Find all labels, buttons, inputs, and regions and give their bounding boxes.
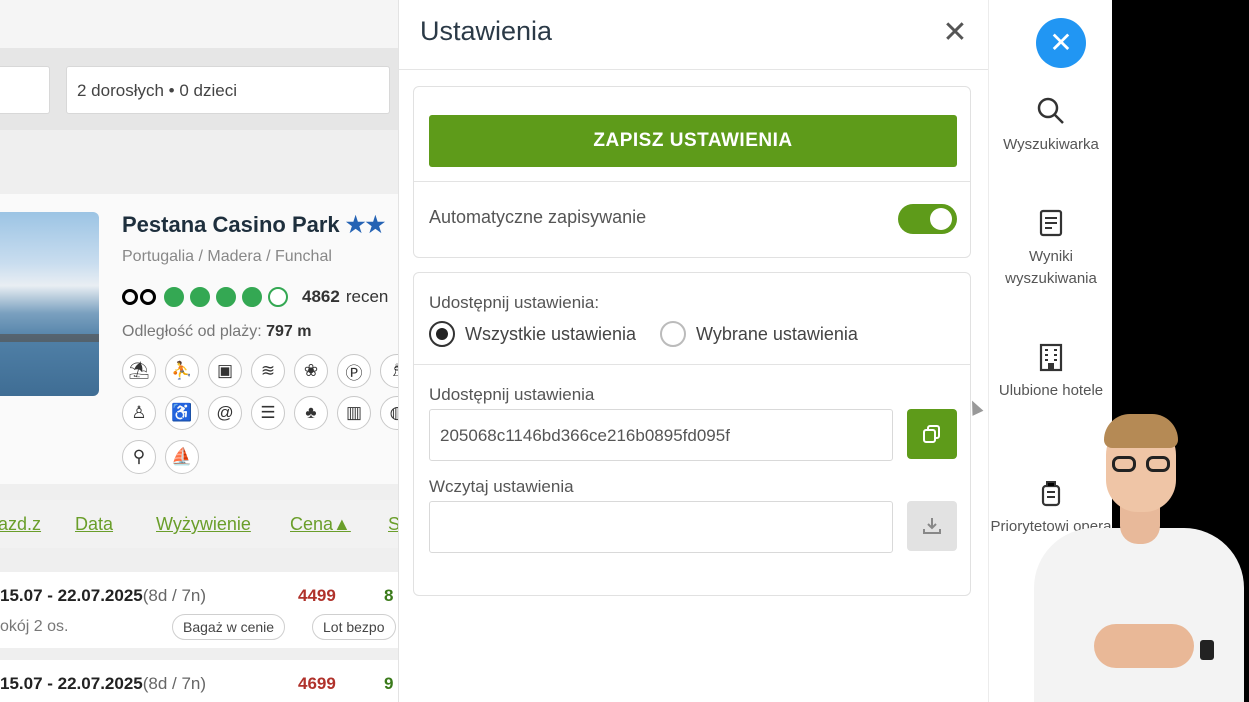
nav-label: Wyniki wyszukiwania [1005,248,1097,287]
nav-item-results[interactable]: Wyniki wyszukiwania [989,208,1113,290]
settings-header: Ustawienia ✕ [399,0,989,70]
spa-icon: ❀ [294,354,328,388]
reviews-count: 4862 [302,287,340,306]
load-settings-input[interactable] [429,501,893,553]
rating-dot [216,287,236,307]
presenter-hair [1104,414,1178,448]
copy-icon [923,425,940,443]
kids-club-icon: ♙ [122,396,156,430]
toggle-knob [930,208,952,230]
playground-icon: ⛹ [165,354,199,388]
parking-icon: Ⓟ [337,354,371,388]
sports-field-icon: ▥ [337,396,371,430]
beach-umbrella-icon: ⛱ [122,354,156,388]
autosave-toggle[interactable] [898,204,957,234]
destination-field[interactable] [0,66,50,114]
share-section: Udostępnij ustawienia: Wszystkie ustawie… [413,272,971,596]
hotel-name-text[interactable]: Pestana Casino Park [122,212,340,237]
tripadvisor-icon [122,286,158,308]
beach-distance: Odległość od plaży: 797 m [122,323,311,341]
offer-dates: 15.07 - 22.07.2025(8d / 7n) [0,586,206,606]
tennis-icon: ⚲ [122,440,156,474]
sort-more[interactable]: S [388,514,398,535]
offer-dates: 15.07 - 22.07.2025(8d / 7n) [0,674,206,694]
top-strip [0,0,398,48]
reviews-suffix: recen [345,287,389,306]
share-header: Udostępnij ustawienia: [429,293,600,312]
settings-panel: Ustawienia ✕ ZAPISZ USTAWIENIA Automatyc… [398,0,989,702]
offer-dates-text: 15.07 - 22.07.2025 [0,674,143,693]
search-icon [1037,97,1064,124]
offer-dates-text: 15.07 - 22.07.2025 [0,586,143,605]
watch-icon [1200,640,1214,660]
offer-price: 4699 [298,674,336,693]
hotel-photo[interactable] [0,212,99,396]
divider [414,181,970,182]
save-section: ZAPISZ USTAWIENIA Automatyczne zapisywan… [413,86,971,258]
internet-icon: @ [208,396,242,430]
nav-label: Ulubione hotele [998,382,1104,399]
distance-label: Odległość od plaży: [122,323,262,340]
presenter-shirt [1034,528,1244,702]
radio-all-label: Wszystkie ustawienia [465,323,637,344]
sort-date[interactable]: Data [75,514,113,535]
nav-item-search[interactable]: Wyszukiwarka [989,96,1113,156]
offer-room: okój 2 os. [0,618,69,635]
hotel-stars: ★★ [345,212,386,237]
close-nav-button[interactable]: ✕ [1036,18,1086,68]
offer-price: 4499 [298,586,336,605]
share-field-label: Udostępnij ustawienia [429,385,595,404]
baggage-badge: Bagaż w cenie [172,614,286,640]
hotel-icon [1039,343,1063,372]
restaurant-icon: ☰ [251,396,285,430]
load-button[interactable] [907,501,957,551]
nav-item-favorites[interactable]: Ulubione hotele [989,342,1113,402]
wifi-icon: ≋ [251,354,285,388]
sort-price[interactable]: Cena▲ [290,514,351,535]
webcam-overlay [1024,408,1249,702]
radio-all-settings[interactable]: Wszystkie ustawienia [429,321,636,347]
offer-row[interactable]: 15.07 - 22.07.2025(8d / 7n) 4499 8 okój … [0,572,398,648]
offer-duration: (8d / 7n) [142,674,207,693]
radio-selected-label: Wybrane ustawienia [696,323,858,344]
radio-selected-settings[interactable]: Wybrane ustawienia [660,321,858,347]
bar-icon: ♣ [294,396,328,430]
offer-price-alt: 8 [384,586,394,605]
presenter-hands [1094,624,1194,668]
distance-value: 797 m [266,323,312,340]
tripadvisor-rating: 4862 recen [122,284,388,310]
nav-label: Wyszukiwarka [1003,136,1099,153]
radio-unchecked-icon [660,321,686,347]
sort-board[interactable]: Wyżywienie [156,514,251,535]
hotel-name[interactable]: Pestana Casino Park ★★ [122,212,385,238]
rating-dot [242,287,262,307]
direct-flight-badge: Lot bezpo [312,614,396,640]
save-settings-button[interactable]: ZAPISZ USTAWIENIA [429,115,957,167]
sailing-icon: ⛵ [165,440,199,474]
results-icon [1039,209,1063,237]
rating-dot [190,287,210,307]
rating-dot-empty [268,287,288,307]
divider [414,364,970,365]
settings-title: Ustawienia [420,16,553,46]
offer-row[interactable]: 15.07 - 22.07.2025(8d / 7n) 4699 9 [0,660,398,702]
rating-dot [164,287,184,307]
wheelchair-icon: ♿ [165,396,199,430]
background-page: 2 dorosłych • 0 dzieci Pestana Casino Pa… [0,0,398,702]
download-icon [923,518,941,534]
offer-duration: (8d / 7n) [142,586,207,605]
share-code-field[interactable]: 205068c1146bd366ce216b0895fd095f [429,409,893,461]
glasses-icon [1112,456,1172,472]
close-icon[interactable]: ✕ [939,18,971,50]
copy-button[interactable] [907,409,957,459]
safe-icon: ▣ [208,354,242,388]
sort-departure[interactable]: azd.z [0,514,41,535]
autosave-label: Automatyczne zapisywanie [429,207,647,227]
load-field-label: Wczytaj ustawienia [429,477,574,496]
offer-price-alt: 9 [384,674,394,693]
hotel-location: Portugalia / Madera / Funchal [122,248,332,265]
guests-field[interactable]: 2 dorosłych • 0 dzieci [66,66,390,114]
radio-checked-icon [429,321,455,347]
